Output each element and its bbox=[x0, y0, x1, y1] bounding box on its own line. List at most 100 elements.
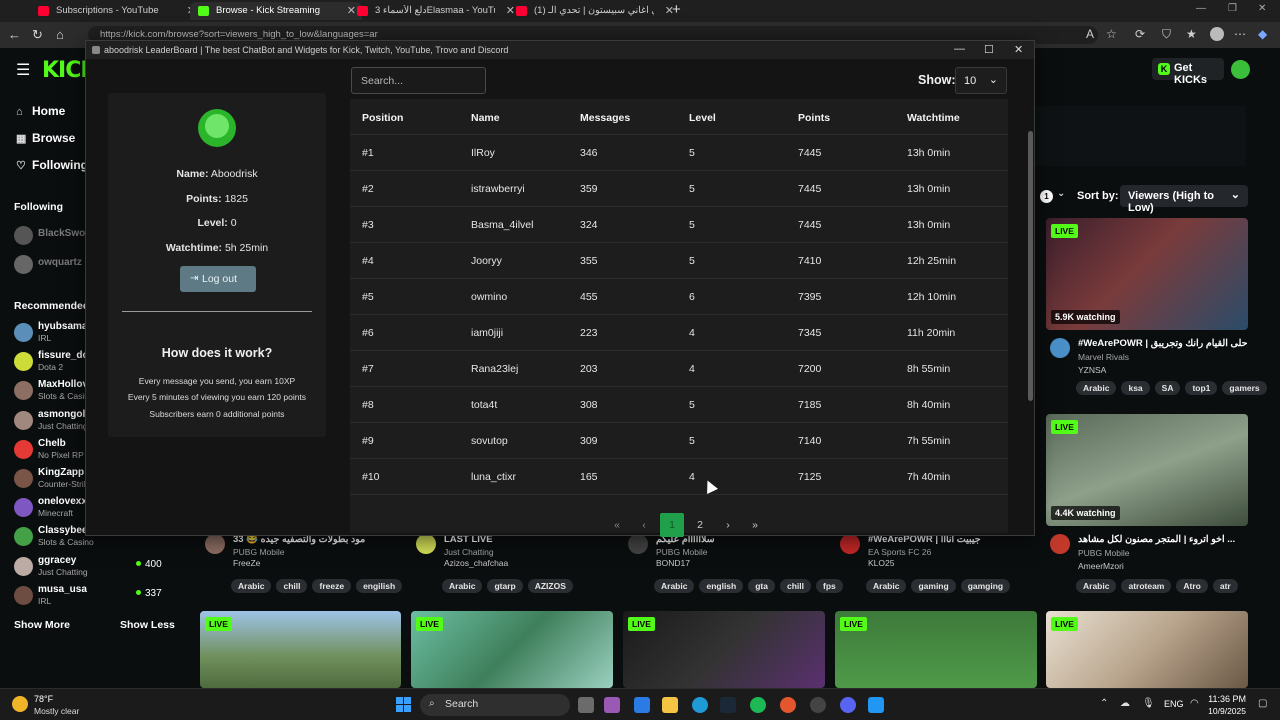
minimize-icon[interactable]: — bbox=[1196, 3, 1206, 14]
weather-temp[interactable]: 78°F bbox=[34, 694, 53, 704]
page-2-button[interactable]: 2 bbox=[688, 513, 712, 537]
scrollbar[interactable] bbox=[1028, 131, 1033, 401]
copilot-icon[interactable]: ◆ bbox=[1258, 27, 1267, 41]
stream-thumbnail[interactable]: LIVE bbox=[623, 611, 825, 688]
chrome-icon[interactable] bbox=[810, 697, 826, 713]
stream-category[interactable]: PUBG Mobile bbox=[233, 547, 285, 557]
steam-icon[interactable] bbox=[720, 697, 736, 713]
browser-tab[interactable]: Subscriptions - YouTube✕ bbox=[30, 2, 202, 20]
stream-thumbnail[interactable]: LIVE bbox=[411, 611, 613, 688]
tag-chip[interactable]: Arabic bbox=[654, 579, 695, 593]
more-menu-icon[interactable]: ⋯ bbox=[1234, 27, 1246, 41]
stream-thumbnail[interactable]: LIVE 4.4K watching bbox=[1046, 414, 1248, 526]
file-explorer-icon[interactable] bbox=[662, 697, 678, 713]
home-icon[interactable]: ⌂ bbox=[56, 27, 64, 42]
table-row[interactable]: #10 luna_ctixr 165 4 7125 7h 40min bbox=[350, 459, 1008, 495]
chevron-up-icon[interactable]: ⌃ bbox=[1100, 698, 1108, 709]
collections-icon[interactable]: ★ bbox=[1186, 27, 1197, 41]
stream-thumbnail[interactable]: LIVE bbox=[200, 611, 401, 688]
table-row[interactable]: #9 sovutop 309 5 7140 7h 55min bbox=[350, 423, 1008, 459]
read-aloud-icon[interactable]: A bbox=[1086, 27, 1094, 41]
search-input[interactable] bbox=[351, 67, 486, 94]
stream-title[interactable]: اخو اتروء | المتجر مصنون لكل مشاهد ... bbox=[1078, 534, 1248, 545]
table-row[interactable]: #6 iam0jiji 223 4 7345 11h 20min bbox=[350, 315, 1008, 351]
nav-home[interactable]: ⌂ Home bbox=[16, 104, 65, 118]
sort-select[interactable]: Viewers (High to Low) ⌄ bbox=[1120, 185, 1248, 214]
stream-category[interactable]: Just Chatting bbox=[444, 547, 494, 557]
tag-chip[interactable]: english bbox=[699, 579, 744, 593]
copilot-app-icon[interactable] bbox=[604, 697, 620, 713]
tag-chip[interactable]: gtarp bbox=[487, 579, 523, 593]
new-tab-button[interactable]: + bbox=[672, 1, 681, 18]
tag-chip[interactable]: chill bbox=[779, 579, 811, 593]
store-icon[interactable] bbox=[634, 697, 650, 713]
tag-chip[interactable]: top1 bbox=[1185, 381, 1218, 395]
taskbar-search[interactable]: ⌕ Search bbox=[420, 694, 570, 716]
last-page-button[interactable]: » bbox=[743, 513, 767, 537]
shield-icon[interactable]: ⛉ bbox=[1162, 27, 1171, 42]
streamer-avatar[interactable] bbox=[628, 534, 648, 554]
windows-start-icon[interactable] bbox=[396, 697, 412, 713]
browser-tab[interactable]: (1) تحدي اغاني سبيستون | تحدي الـ✕ bbox=[508, 2, 680, 20]
chevron-down-icon[interactable]: ⌄ bbox=[1057, 188, 1065, 199]
table-row[interactable]: #8 tota4t 308 5 7185 8h 40min bbox=[350, 387, 1008, 423]
browser-tab[interactable]: Browse - Kick Streaming ✕ bbox=[190, 2, 362, 20]
minimize-icon[interactable]: — bbox=[954, 43, 965, 55]
table-row[interactable]: #7 Rana23lej 203 4 7200 8h 55min bbox=[350, 351, 1008, 387]
stream-category[interactable]: PUBG Mobile bbox=[1078, 548, 1130, 558]
tag-chip[interactable]: ksa bbox=[1121, 381, 1150, 395]
task-view-icon[interactable] bbox=[578, 697, 594, 713]
column-header[interactable]: Watchtime bbox=[907, 112, 960, 124]
column-header[interactable]: Level bbox=[689, 112, 716, 124]
streamer-name[interactable]: Azizos_chafchaa bbox=[444, 558, 508, 568]
nav-following[interactable]: ♡ Following bbox=[16, 158, 88, 172]
edge-icon[interactable] bbox=[692, 697, 708, 713]
stream-thumbnail[interactable]: LIVE bbox=[1046, 611, 1248, 688]
app-icon[interactable] bbox=[868, 697, 884, 713]
nav-browse[interactable]: ▦ Browse bbox=[16, 131, 75, 145]
back-icon[interactable]: ← bbox=[8, 27, 21, 42]
show-less-button[interactable]: Show Less bbox=[120, 619, 175, 631]
language-indicator[interactable]: ENG bbox=[1164, 699, 1184, 709]
tag-chip[interactable]: freeze bbox=[312, 579, 352, 593]
tag-chip[interactable]: gamging bbox=[960, 579, 1011, 593]
maximize-icon[interactable]: ☐ bbox=[984, 43, 994, 56]
tag-chip[interactable]: chill bbox=[276, 579, 308, 593]
logout-button[interactable]: ⇥ Log out bbox=[180, 266, 256, 292]
restore-icon[interactable]: ❐ bbox=[1228, 3, 1237, 14]
weather-icon[interactable] bbox=[12, 696, 28, 712]
tag-chip[interactable]: atr bbox=[1212, 579, 1238, 593]
page-size-select[interactable]: 10 ⌄ bbox=[955, 67, 1007, 94]
browser-tab[interactable]: دلع الأسماء 3Elasmaa - YouTube✕ bbox=[349, 2, 521, 20]
streamer-name[interactable]: AmeerMzori bbox=[1078, 561, 1124, 571]
streamer-avatar[interactable] bbox=[416, 534, 436, 554]
tag-chip[interactable]: Arabic bbox=[866, 579, 907, 593]
extensions-icon[interactable]: ⟳ bbox=[1135, 27, 1145, 41]
prev-page-button[interactable]: ‹ bbox=[632, 513, 656, 537]
hamburger-menu-icon[interactable]: ☰ bbox=[16, 60, 30, 80]
tag-chip[interactable]: fps bbox=[816, 579, 843, 593]
profile-avatar-icon[interactable] bbox=[1210, 27, 1224, 41]
streamer-avatar[interactable] bbox=[1050, 338, 1070, 358]
tag-chip[interactable]: gamers bbox=[1222, 381, 1267, 395]
notification-icon[interactable]: ▢ bbox=[1258, 698, 1267, 709]
streamer-name[interactable]: KLO25 bbox=[868, 558, 894, 568]
discord-icon[interactable] bbox=[840, 697, 856, 713]
streamer-avatar[interactable] bbox=[1050, 534, 1070, 554]
favorite-star-icon[interactable]: ☆ bbox=[1106, 27, 1117, 41]
tag-chip[interactable]: AZIZOS bbox=[527, 579, 573, 593]
table-row[interactable]: #1 IlRoy 346 5 7445 13h 0min bbox=[350, 135, 1008, 171]
table-row[interactable]: #2 istrawberryi 359 5 7445 13h 0min bbox=[350, 171, 1008, 207]
cloud-icon[interactable]: ☁ bbox=[1120, 698, 1130, 709]
stream-thumbnail[interactable]: LIVE bbox=[835, 611, 1037, 688]
tag-chip[interactable]: Arabic bbox=[1076, 579, 1117, 593]
column-header[interactable]: Points bbox=[798, 112, 830, 124]
app-icon[interactable] bbox=[780, 697, 796, 713]
tag-chip[interactable]: SA bbox=[1154, 381, 1181, 395]
streamer-name[interactable]: BOND17 bbox=[656, 558, 690, 568]
streamer-name[interactable]: FreeZe bbox=[233, 558, 260, 568]
clock-date[interactable]: 10/9/2025 bbox=[1196, 706, 1246, 716]
next-page-button[interactable]: › bbox=[716, 513, 740, 537]
stream-category[interactable]: EA Sports FC 26 bbox=[868, 547, 931, 557]
reload-icon[interactable]: ↻ bbox=[32, 27, 43, 43]
